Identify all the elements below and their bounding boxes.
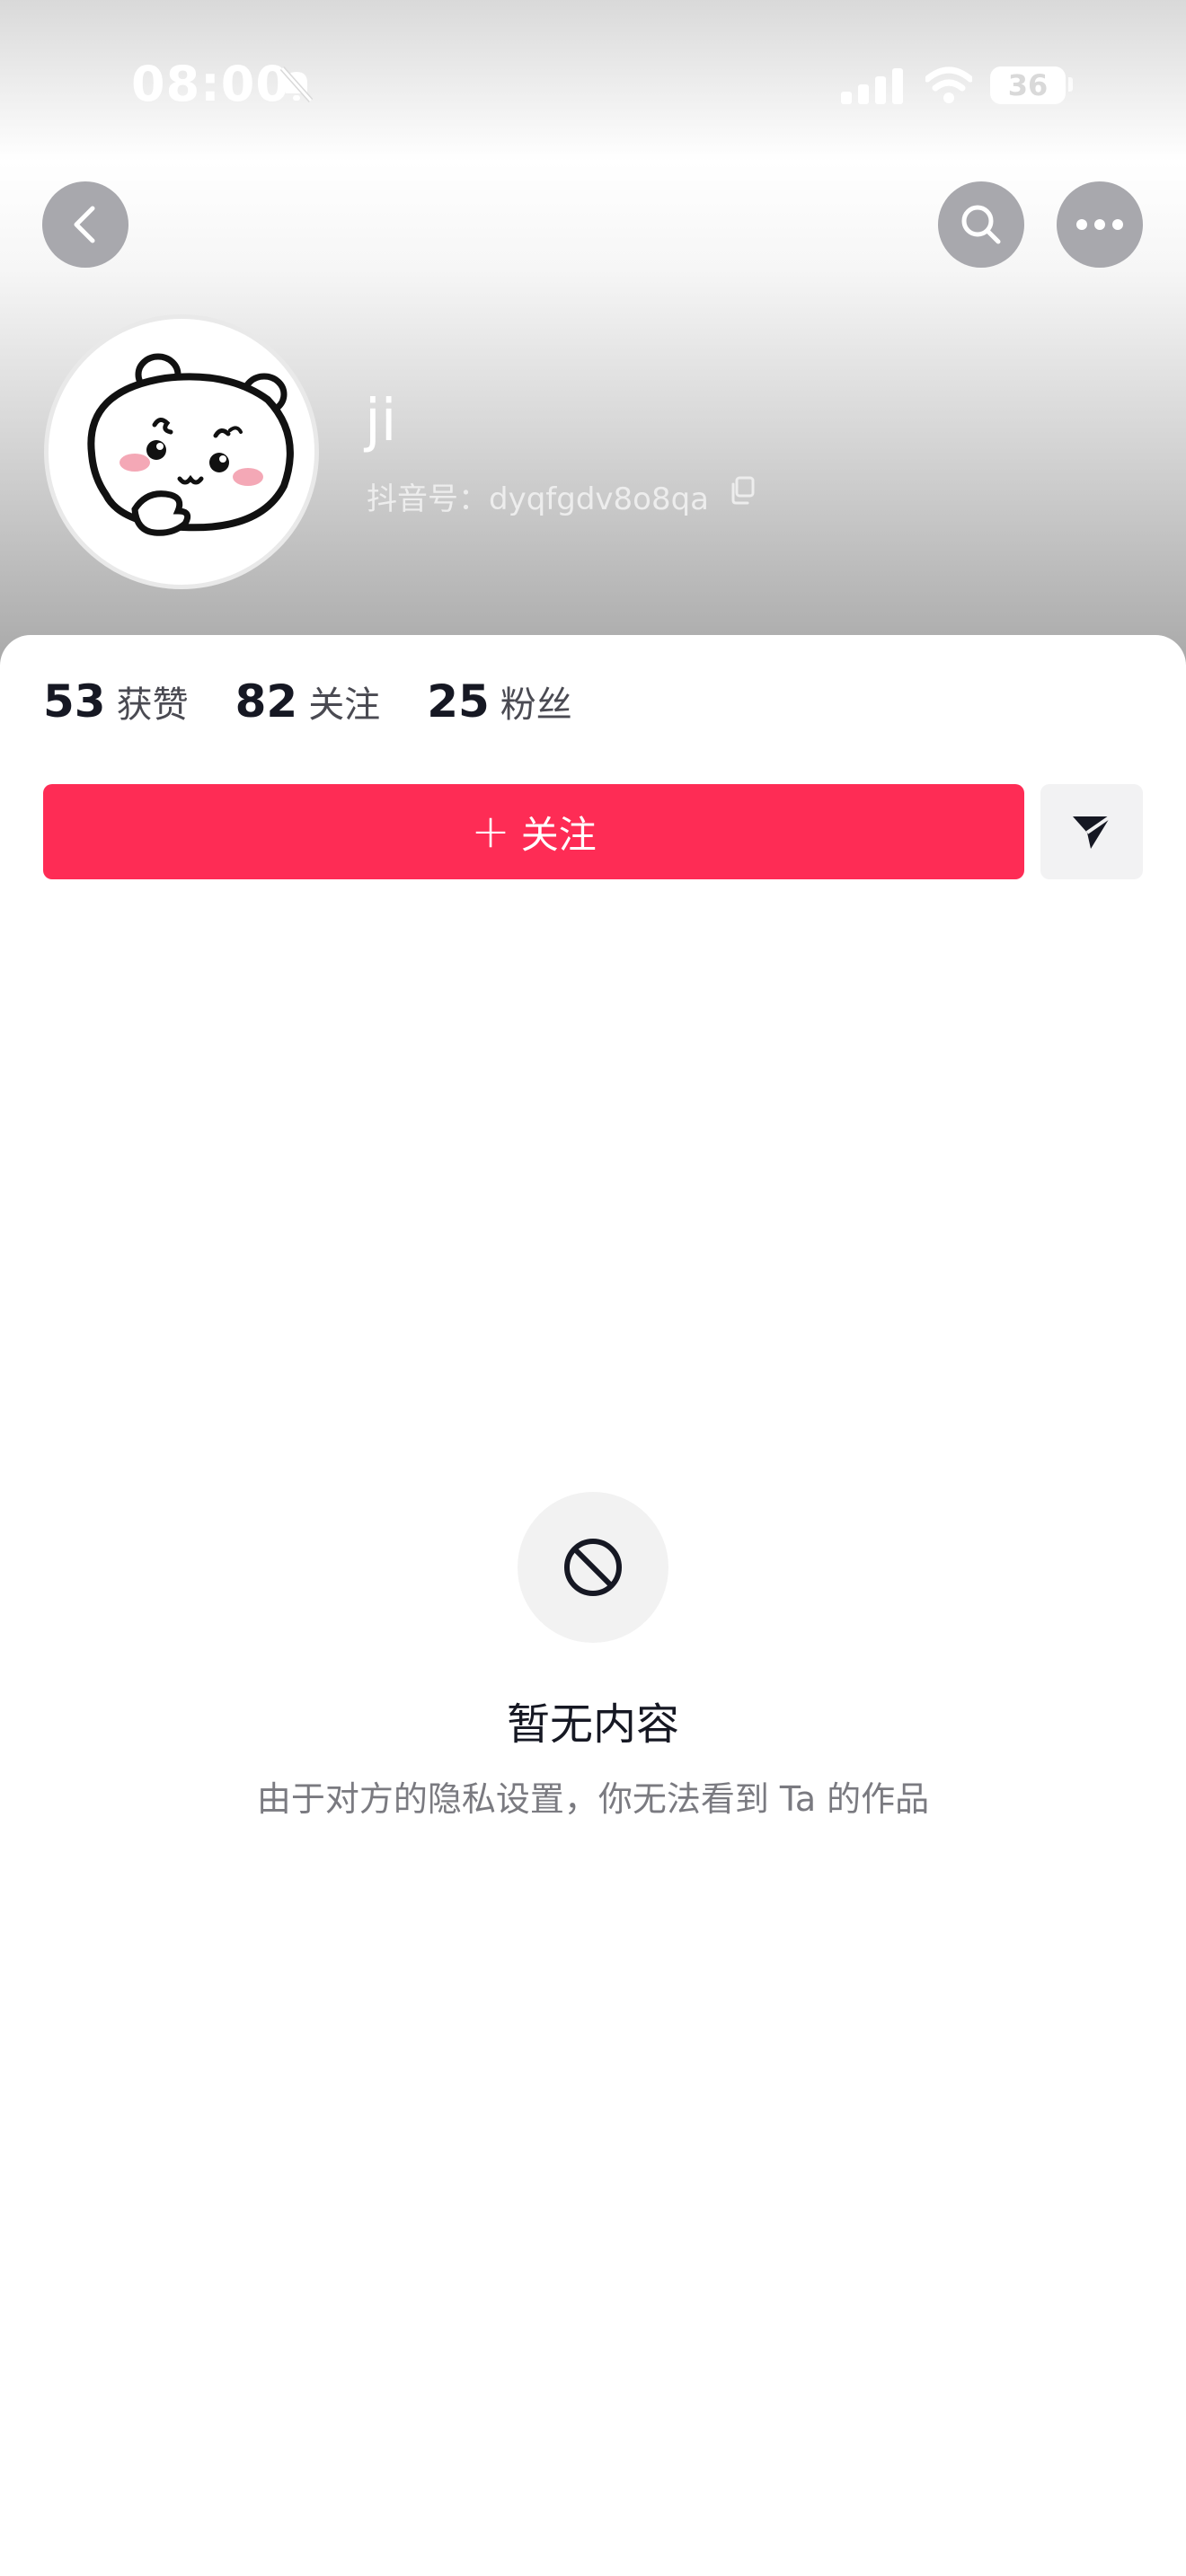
send-message-button[interactable] [1040, 784, 1143, 879]
status-time: 08:00 [131, 56, 290, 112]
search-icon [961, 205, 1001, 244]
stat-followers-label: 粉丝 [500, 684, 572, 726]
empty-state-icon-container [518, 1492, 668, 1643]
copy-icon[interactable] [729, 476, 756, 505]
stat-following-label: 关注 [308, 684, 381, 726]
cartoon-hamster-avatar [87, 353, 294, 536]
stat-likes-value: 53 [43, 675, 106, 728]
search-button[interactable] [938, 181, 1024, 268]
more-button[interactable] [1057, 181, 1143, 268]
profile-stats: 53 获赞 82 关注 25 粉丝 [43, 675, 619, 728]
empty-state-description: 由于对方的隐私设置，你无法看到 Ta 的作品 [256, 1779, 930, 1819]
wifi-icon [925, 66, 972, 103]
empty-state-title: 暂无内容 [506, 1699, 679, 1750]
more-horizontal-icon [1076, 219, 1123, 230]
battery-tip [1068, 77, 1073, 92]
send-icon [1073, 815, 1112, 849]
back-button[interactable] [42, 181, 128, 268]
stat-likes-label: 获赞 [116, 684, 189, 726]
plus-icon: + [471, 805, 510, 859]
stat-followers-value: 25 [427, 675, 490, 728]
bell-slash-icon [279, 66, 314, 102]
chevron-left-icon [74, 206, 95, 243]
stat-likes[interactable]: 53 获赞 [43, 675, 189, 728]
avatar[interactable] [44, 314, 319, 589]
stat-following[interactable]: 82 关注 [235, 675, 381, 728]
profile-username: ji [365, 388, 397, 454]
battery-icon: 36 [990, 66, 1066, 104]
stat-following-value: 82 [235, 675, 298, 728]
prohibited-icon [564, 1539, 622, 1596]
signal-icon [841, 68, 903, 104]
follow-button[interactable]: + 关注 [43, 784, 1024, 879]
douyin-id: 抖音号：dyqfgdv8o8qa [367, 481, 710, 517]
follow-button-label: 关注 [520, 812, 597, 857]
stat-followers[interactable]: 25 粉丝 [427, 675, 572, 728]
